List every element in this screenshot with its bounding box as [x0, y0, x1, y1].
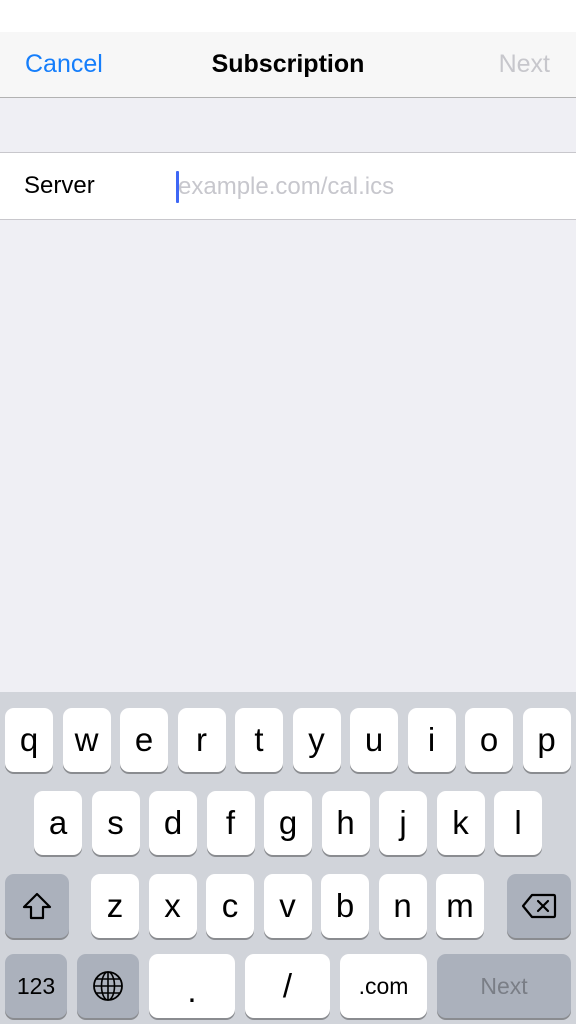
- key-q[interactable]: q: [5, 708, 53, 772]
- key-k[interactable]: k: [436, 791, 485, 855]
- server-label: Server: [24, 172, 95, 199]
- key-r[interactable]: r: [177, 708, 226, 772]
- key-u[interactable]: u: [350, 708, 398, 772]
- dotcom-key[interactable]: .com: [340, 954, 427, 1018]
- key-j[interactable]: j: [379, 791, 427, 855]
- key-w[interactable]: w: [62, 708, 111, 772]
- key-m[interactable]: m: [436, 874, 484, 938]
- shift-key[interactable]: [5, 874, 69, 938]
- globe-icon: [93, 971, 123, 1001]
- key-l[interactable]: l: [494, 791, 542, 855]
- slash-key[interactable]: /: [245, 954, 330, 1018]
- shift-icon: [22, 892, 52, 920]
- delete-key[interactable]: [507, 874, 571, 938]
- key-x[interactable]: x: [148, 874, 197, 938]
- key-f[interactable]: f: [206, 791, 255, 855]
- key-y[interactable]: y: [292, 708, 341, 772]
- key-g[interactable]: g: [264, 791, 312, 855]
- key-v[interactable]: v: [263, 874, 312, 938]
- status-bar: [0, 0, 576, 32]
- key-o[interactable]: o: [465, 708, 513, 772]
- numbers-key[interactable]: 123: [5, 954, 67, 1018]
- key-t[interactable]: t: [235, 708, 283, 772]
- navigation-bar: Cancel Subscription Next: [0, 32, 576, 98]
- server-row: Server: [0, 152, 576, 220]
- key-h[interactable]: h: [321, 791, 370, 855]
- key-a[interactable]: a: [34, 791, 82, 855]
- delete-icon: [521, 893, 557, 919]
- key-b[interactable]: b: [321, 874, 369, 938]
- key-e[interactable]: e: [120, 708, 168, 772]
- text-caret: [176, 171, 179, 203]
- key-p[interactable]: p: [522, 708, 571, 772]
- key-i[interactable]: i: [407, 708, 456, 772]
- key-d[interactable]: d: [149, 791, 197, 855]
- keyboard: qwertyuiop asdfghjkl zxcvbnm 123 . / .co…: [0, 692, 576, 1024]
- globe-key[interactable]: [77, 954, 139, 1018]
- cancel-button[interactable]: Cancel: [25, 50, 103, 79]
- next-button[interactable]: Next: [499, 50, 550, 79]
- dot-key[interactable]: .: [149, 954, 235, 1018]
- server-input[interactable]: [176, 165, 556, 209]
- key-s[interactable]: s: [91, 791, 140, 855]
- key-z[interactable]: z: [91, 874, 139, 938]
- return-next-key[interactable]: Next: [437, 954, 571, 1018]
- key-c[interactable]: c: [206, 874, 254, 938]
- key-n[interactable]: n: [378, 874, 427, 938]
